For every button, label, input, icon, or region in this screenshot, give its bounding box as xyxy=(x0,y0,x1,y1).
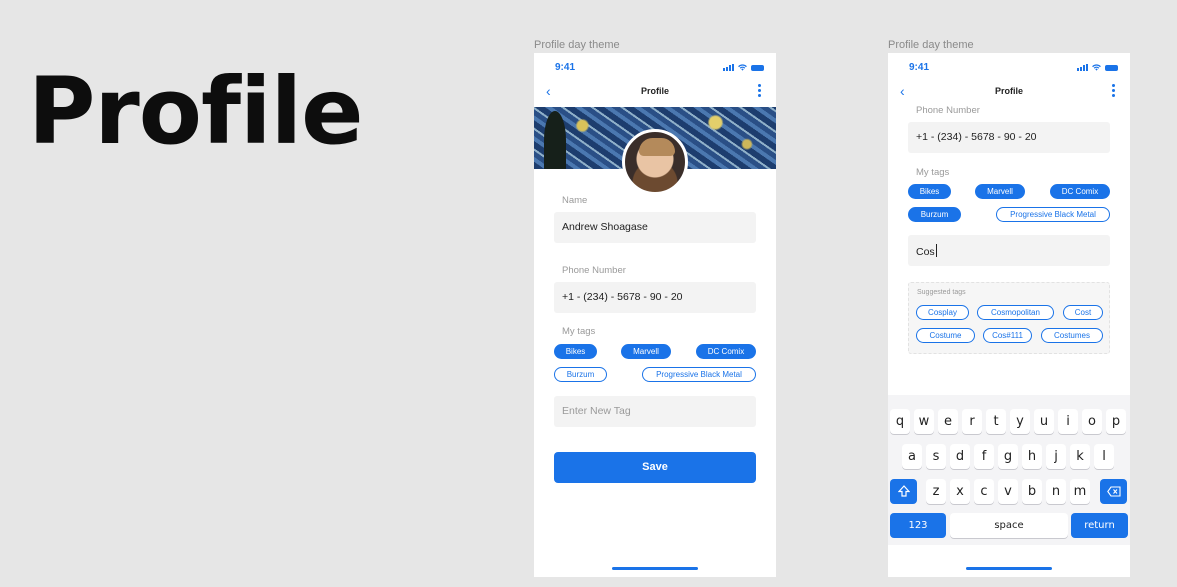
shift-icon xyxy=(897,485,910,497)
status-bar: 9:41 xyxy=(888,62,1130,76)
wifi-icon xyxy=(1092,64,1101,71)
phone-label: Phone Number xyxy=(916,105,980,116)
tag-marvell[interactable]: Marvell xyxy=(975,184,1025,199)
key-o[interactable]: o xyxy=(1082,409,1102,434)
suggested-tags-label: Suggested tags xyxy=(917,289,966,296)
tag-burzum[interactable]: Burzum xyxy=(554,367,607,382)
battery-icon xyxy=(751,64,764,71)
tag-dc-comix[interactable]: DC Comix xyxy=(696,344,756,359)
status-time: 9:41 xyxy=(555,62,576,73)
phone-field[interactable]: +1 - (234) - 5678 - 90 - 20 xyxy=(554,282,756,313)
frame-label-1: Profile day theme xyxy=(534,39,620,51)
signal-icon xyxy=(723,64,734,71)
tag-bikes[interactable]: Bikes xyxy=(908,184,951,199)
key-n[interactable]: n xyxy=(1046,479,1066,504)
nav-title: Profile xyxy=(994,86,1023,96)
space-key[interactable]: space xyxy=(950,513,1068,538)
frame-label-2: Profile day theme xyxy=(888,39,974,51)
key-u[interactable]: u xyxy=(1034,409,1054,434)
new-tag-input-value: Cos xyxy=(916,246,935,258)
suggested-tag-cos111[interactable]: Cos#111 xyxy=(983,328,1032,343)
key-i[interactable]: i xyxy=(1058,409,1078,434)
tag-burzum[interactable]: Burzum xyxy=(908,207,961,222)
nav-bar: ‹ Profile xyxy=(888,81,1130,103)
backspace-key[interactable] xyxy=(1100,479,1127,504)
tag-bikes[interactable]: Bikes xyxy=(554,344,597,359)
numbers-key[interactable]: 123 xyxy=(890,513,946,538)
phone-label: Phone Number xyxy=(562,265,626,276)
nav-bar: ‹ Profile xyxy=(534,81,776,103)
key-d[interactable]: d xyxy=(950,444,970,469)
suggested-tag-costume[interactable]: Costume xyxy=(916,328,975,343)
suggested-tag-cosmopolitan[interactable]: Cosmopolitan xyxy=(977,305,1054,320)
suggested-tags-panel: Suggested tags Cosplay Cosmopolitan Cost… xyxy=(908,282,1110,354)
key-l[interactable]: l xyxy=(1094,444,1114,469)
new-tag-input[interactable]: Enter New Tag xyxy=(554,396,756,427)
home-indicator xyxy=(612,567,698,570)
key-p[interactable]: p xyxy=(1106,409,1126,434)
key-f[interactable]: f xyxy=(974,444,994,469)
home-indicator xyxy=(966,567,1052,570)
phone-profile: 9:41 ‹ Profile Name Andrew Shoagase Phon… xyxy=(534,53,776,577)
phone-profile-tag-search: 9:41 ‹ Profile Phone Number +1 - (234) -… xyxy=(888,53,1130,577)
key-b[interactable]: b xyxy=(1022,479,1042,504)
key-w[interactable]: w xyxy=(914,409,934,434)
name-field[interactable]: Andrew Shoagase xyxy=(554,212,756,243)
status-time: 9:41 xyxy=(909,62,930,73)
keyboard: q w e r t y u i o p a s d f g h j k l z … xyxy=(888,395,1130,545)
text-caret xyxy=(935,244,937,257)
tags-label: My tags xyxy=(916,167,950,178)
avatar[interactable] xyxy=(622,129,688,195)
wifi-icon xyxy=(738,64,747,71)
tag-progressive-black-metal[interactable]: Progressive Black Metal xyxy=(996,207,1110,222)
key-c[interactable]: c xyxy=(974,479,994,504)
key-t[interactable]: t xyxy=(986,409,1006,434)
status-bar: 9:41 xyxy=(534,62,776,76)
key-e[interactable]: e xyxy=(938,409,958,434)
key-v[interactable]: v xyxy=(998,479,1018,504)
save-button[interactable]: Save xyxy=(554,452,756,483)
phone-field[interactable]: +1 - (234) - 5678 - 90 - 20 xyxy=(908,122,1110,153)
suggested-tag-cosplay[interactable]: Cosplay xyxy=(916,305,969,320)
tags-label: My tags xyxy=(562,326,596,337)
tag-progressive-black-metal[interactable]: Progressive Black Metal xyxy=(642,367,756,382)
key-y[interactable]: y xyxy=(1010,409,1030,434)
name-label: Name xyxy=(562,195,588,206)
key-q[interactable]: q xyxy=(890,409,910,434)
suggested-tag-cost[interactable]: Cost xyxy=(1063,305,1103,320)
battery-icon xyxy=(1105,64,1118,71)
key-k[interactable]: k xyxy=(1070,444,1090,469)
backspace-icon xyxy=(1106,486,1121,497)
new-tag-input[interactable]: Cos xyxy=(908,235,1110,266)
key-r[interactable]: r xyxy=(962,409,982,434)
key-m[interactable]: m xyxy=(1070,479,1090,504)
more-vertical-icon[interactable] xyxy=(1112,84,1116,97)
signal-icon xyxy=(1077,64,1088,71)
key-h[interactable]: h xyxy=(1022,444,1042,469)
key-g[interactable]: g xyxy=(998,444,1018,469)
return-key[interactable]: return xyxy=(1071,513,1128,538)
suggested-tag-costumes[interactable]: Costumes xyxy=(1041,328,1103,343)
nav-title: Profile xyxy=(640,86,669,96)
key-a[interactable]: a xyxy=(902,444,922,469)
key-x[interactable]: x xyxy=(950,479,970,504)
key-j[interactable]: j xyxy=(1046,444,1066,469)
shift-key[interactable] xyxy=(890,479,917,504)
more-vertical-icon[interactable] xyxy=(758,84,762,97)
key-s[interactable]: s xyxy=(926,444,946,469)
key-z[interactable]: z xyxy=(926,479,946,504)
tag-marvell[interactable]: Marvell xyxy=(621,344,671,359)
tag-dc-comix[interactable]: DC Comix xyxy=(1050,184,1110,199)
page-title: Profile xyxy=(28,58,363,165)
